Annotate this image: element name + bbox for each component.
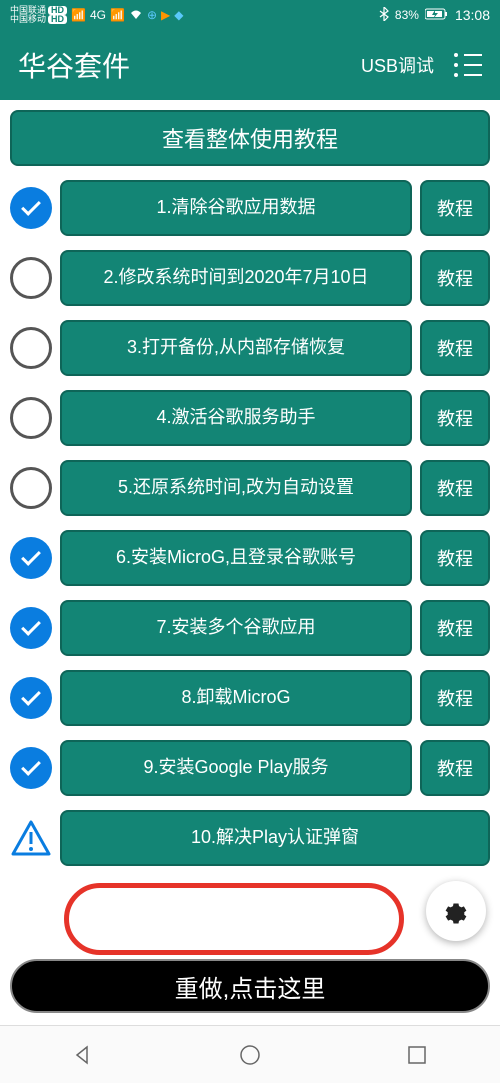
tutorial-button-1[interactable]: 教程 <box>420 180 490 236</box>
step-row-7: 7.安装多个谷歌应用教程 <box>10 600 490 656</box>
status-left: 中国联通 HD 中国移动 HD 📶 4G 📶 ⊕ ▶ ◆ <box>10 6 183 24</box>
apps-icon: ⊕ <box>147 8 157 22</box>
4g-label: 4G <box>90 8 106 22</box>
tutorial-button-3[interactable]: 教程 <box>420 320 490 376</box>
main-tutorial-button[interactable]: 查看整体使用教程 <box>10 110 490 166</box>
tutorial-button-2[interactable]: 教程 <box>420 250 490 306</box>
status-bar: 中国联通 HD 中国移动 HD 📶 4G 📶 ⊕ ▶ ◆ 83% 13:08 <box>0 0 500 30</box>
usb-debug-button[interactable]: USB调试 <box>361 52 434 78</box>
wifi-icon <box>129 8 143 23</box>
tutorial-button-9[interactable]: 教程 <box>420 740 490 796</box>
signal-icon-2: 📶 <box>110 8 125 22</box>
step-row-4: 4.激活谷歌服务助手教程 <box>10 390 490 446</box>
step-row-9: 9.安装Google Play服务教程 <box>10 740 490 796</box>
settings-button[interactable] <box>426 881 486 941</box>
signal-icon: 📶 <box>71 8 86 22</box>
step-row-1: 1.清除谷歌应用数据教程 <box>10 180 490 236</box>
step-button-9[interactable]: 9.安装Google Play服务 <box>60 740 412 796</box>
checkbox-empty-icon[interactable] <box>10 327 52 369</box>
step-row-5: 5.还原系统时间,改为自动设置教程 <box>10 460 490 516</box>
app-icon-2: ◆ <box>174 8 183 22</box>
step-button-4[interactable]: 4.激活谷歌服务助手 <box>60 390 412 446</box>
checkbox-empty-icon[interactable] <box>10 467 52 509</box>
nav-recent-button[interactable] <box>404 1042 430 1068</box>
gear-icon <box>441 896 471 926</box>
tutorial-button-4[interactable]: 教程 <box>420 390 490 446</box>
step-button-8[interactable]: 8.卸载MicroG <box>60 670 412 726</box>
checkbox-done-icon[interactable] <box>10 537 52 579</box>
step-button-1[interactable]: 1.清除谷歌应用数据 <box>60 180 412 236</box>
navigation-bar <box>0 1025 500 1083</box>
clock: 13:08 <box>455 7 490 23</box>
menu-icon[interactable] <box>454 53 482 77</box>
warning-icon[interactable] <box>10 817 52 859</box>
checkbox-empty-icon[interactable] <box>10 257 52 299</box>
checkbox-done-icon[interactable] <box>10 677 52 719</box>
checkbox-done-icon[interactable] <box>10 607 52 649</box>
status-right: 83% 13:08 <box>379 7 490 24</box>
step-button-10[interactable]: 10.解决Play认证弹窗 <box>60 810 490 866</box>
redo-button[interactable]: 重做,点击这里 <box>10 959 490 1013</box>
app-icon-1: ▶ <box>161 8 170 22</box>
step-button-5[interactable]: 5.还原系统时间,改为自动设置 <box>60 460 412 516</box>
checkbox-done-icon[interactable] <box>10 187 52 229</box>
red-circle-annotation <box>64 883 404 955</box>
step-row-2: 2.修改系统时间到2020年7月10日教程 <box>10 250 490 306</box>
tutorial-button-7[interactable]: 教程 <box>420 600 490 656</box>
app-header: 华谷套件 USB调试 <box>0 30 500 100</box>
checkbox-done-icon[interactable] <box>10 747 52 789</box>
step-button-7[interactable]: 7.安装多个谷歌应用 <box>60 600 412 656</box>
step-row-6: 6.安装MicroG,且登录谷歌账号教程 <box>10 530 490 586</box>
tutorial-button-8[interactable]: 教程 <box>420 670 490 726</box>
bluetooth-icon <box>379 7 389 24</box>
checkbox-empty-icon[interactable] <box>10 397 52 439</box>
battery-icon <box>425 8 449 23</box>
content: 查看整体使用教程 1.清除谷歌应用数据教程2.修改系统时间到2020年7月10日… <box>0 100 500 890</box>
battery-percent: 83% <box>395 8 419 22</box>
nav-back-button[interactable] <box>70 1042 96 1068</box>
step-button-3[interactable]: 3.打开备份,从内部存储恢复 <box>60 320 412 376</box>
step-button-2[interactable]: 2.修改系统时间到2020年7月10日 <box>60 250 412 306</box>
step-row-3: 3.打开备份,从内部存储恢复教程 <box>10 320 490 376</box>
step-row-8: 8.卸载MicroG教程 <box>10 670 490 726</box>
nav-home-button[interactable] <box>237 1042 263 1068</box>
tutorial-button-5[interactable]: 教程 <box>420 460 490 516</box>
step-button-6[interactable]: 6.安装MicroG,且登录谷歌账号 <box>60 530 412 586</box>
app-title: 华谷套件 <box>18 45 361 85</box>
tutorial-button-6[interactable]: 教程 <box>420 530 490 586</box>
step-row-10: 10.解决Play认证弹窗 <box>10 810 490 866</box>
